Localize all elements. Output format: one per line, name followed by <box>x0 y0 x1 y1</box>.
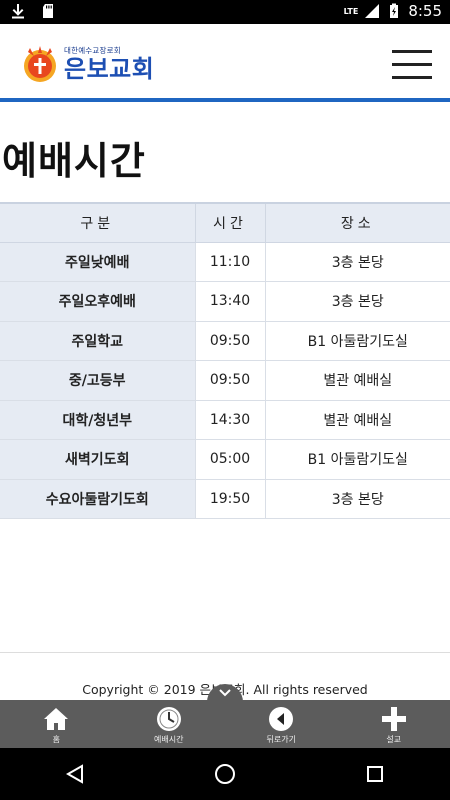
row-category: 중/고등부 <box>0 360 196 401</box>
table-row: 대학/청년부 14:30 별관 예배실 <box>0 400 450 440</box>
tab-sermon[interactable]: 설교 <box>338 700 450 748</box>
worship-schedule-table: 구분 시간 장소 주일낮예배 11:10 3층 본당 주일오후예배 13:40 … <box>0 202 450 519</box>
bottom-tab-bar: 홈 예배시간 뒤로가기 설교 <box>0 700 450 748</box>
row-time: 14:30 <box>195 400 266 440</box>
chevron-down-icon <box>219 689 231 697</box>
tab-back-label: 뒤로가기 <box>266 735 296 744</box>
tab-worship-time[interactable]: 예배시간 <box>113 700 226 748</box>
row-time: 13:40 <box>195 281 266 322</box>
table-row: 새벽기도회 05:00 B1 아둘람기도실 <box>0 439 450 480</box>
back-triangle-icon <box>65 764 83 784</box>
recents-square-icon <box>367 766 383 782</box>
row-category: 대학/청년부 <box>0 400 196 440</box>
tab-back[interactable]: 뒤로가기 <box>225 700 338 748</box>
row-place: 3층 본당 <box>265 281 450 322</box>
row-category: 주일낮예배 <box>0 242 196 282</box>
header-place: 장소 <box>265 202 450 243</box>
row-category: 새벽기도회 <box>0 439 196 480</box>
row-place: 3층 본당 <box>265 479 450 519</box>
tab-home-label: 홈 <box>52 735 60 744</box>
battery-icon <box>390 3 399 18</box>
table-header-row: 구분 시간 장소 <box>0 202 450 243</box>
row-category: 수요아둘람기도회 <box>0 479 196 519</box>
table-row: 중/고등부 09:50 별관 예배실 <box>0 360 450 401</box>
tab-worship-time-label: 예배시간 <box>154 735 184 744</box>
menu-icon[interactable] <box>392 50 432 80</box>
system-navigation-bar <box>0 748 450 800</box>
row-place: 3층 본당 <box>265 242 450 282</box>
nav-back-button[interactable] <box>55 754 95 794</box>
page-title: 예배시간 <box>2 139 146 183</box>
table-row: 수요아둘람기도회 19:50 3층 본당 <box>0 479 450 519</box>
home-circle-icon <box>215 764 235 784</box>
tab-sermon-label: 설교 <box>386 735 402 744</box>
clock-icon <box>156 706 182 732</box>
sd-card-icon <box>43 4 53 18</box>
church-logo[interactable]: 대한예수교장로회 은보교회 <box>20 44 154 84</box>
row-time: 11:10 <box>195 242 266 282</box>
row-time: 09:50 <box>195 360 266 401</box>
network-type-label: LTE <box>343 6 359 16</box>
row-time: 05:00 <box>195 439 266 480</box>
header-time: 시간 <box>195 202 266 243</box>
row-time: 09:50 <box>195 321 266 361</box>
row-time: 19:50 <box>195 479 266 519</box>
church-emblem-icon <box>24 46 56 82</box>
home-icon <box>43 706 69 732</box>
status-bar: LTE 8:55 <box>0 0 450 24</box>
row-place: 별관 예배실 <box>265 400 450 440</box>
table-row: 주일학교 09:50 B1 아둘람기도실 <box>0 321 450 361</box>
row-place: 별관 예배실 <box>265 360 450 401</box>
logo-title: 은보교회 <box>64 55 155 83</box>
download-icon <box>12 4 24 19</box>
header-category: 구분 <box>0 202 196 243</box>
nav-recents-button[interactable] <box>355 754 395 794</box>
plus-icon <box>381 706 407 732</box>
status-time: 8:55 <box>408 2 442 20</box>
row-category: 주일학교 <box>0 321 196 361</box>
row-place: B1 아둘람기도실 <box>265 321 450 361</box>
table-row: 주일낮예배 11:10 3층 본당 <box>0 242 450 282</box>
signal-icon <box>365 4 380 18</box>
table-row: 주일오후예배 13:40 3층 본당 <box>0 281 450 322</box>
nav-home-button[interactable] <box>205 754 245 794</box>
footer-divider <box>0 652 450 653</box>
tab-home[interactable]: 홈 <box>0 700 113 748</box>
site-header: 대한예수교장로회 은보교회 <box>0 24 450 102</box>
row-place: B1 아둘람기도실 <box>265 439 450 480</box>
back-arrow-icon <box>268 706 294 732</box>
row-category: 주일오후예배 <box>0 281 196 322</box>
